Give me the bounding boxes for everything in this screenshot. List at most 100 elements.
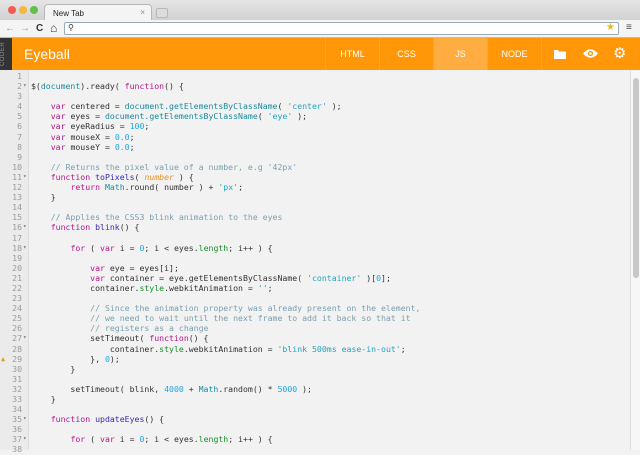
fold-toggle-icon[interactable]: ▾ — [23, 81, 27, 91]
code-token: length — [198, 434, 229, 445]
tab-node[interactable]: NODE — [487, 38, 541, 70]
minimize-window-button[interactable] — [19, 6, 27, 14]
code-text: // Returns the pixel value of a number, … — [31, 162, 297, 172]
code-token: 'px' — [218, 182, 239, 193]
browser-menu-icon[interactable]: ≡ — [626, 22, 632, 33]
line-number: 15 — [12, 212, 22, 223]
code-token: setTimeout( — [31, 333, 150, 344]
maximize-window-button[interactable] — [30, 6, 38, 14]
code-token: container. — [31, 282, 140, 293]
code-text: function blink() { — [31, 222, 140, 232]
browser-tab[interactable]: New Tab × — [44, 4, 152, 20]
code-token: ); — [109, 353, 120, 364]
home-icon[interactable]: ⌂ — [50, 21, 57, 35]
code-token: ; i++ ) { — [228, 434, 273, 445]
code-token: var — [50, 131, 66, 142]
browser-toolbar: ← → C ⌂ ⚲ ★ — [0, 20, 640, 38]
code-token: 'container' — [307, 272, 362, 283]
code-token: document.getElementsByClassName — [104, 111, 258, 122]
code-token: } — [31, 363, 76, 374]
gear-icon[interactable]: ⚙ — [613, 44, 626, 62]
code-token: mouseX = — [65, 131, 115, 142]
line-number: 32 — [12, 383, 22, 394]
tab-js[interactable]: JS — [433, 38, 487, 70]
code-token: // Returns the pixel value of a number, … — [50, 161, 298, 172]
code-token: ; i < eyes. — [144, 242, 199, 253]
code-token: length — [198, 242, 229, 253]
code-token: () { — [144, 414, 165, 425]
code-text: var mouseY = 0.0; — [31, 142, 135, 152]
fold-toggle-icon[interactable]: ▾ — [23, 414, 27, 424]
address-bar[interactable]: ⚲ ★ — [64, 22, 619, 35]
line-number: 14 — [12, 202, 22, 213]
code-token: var — [100, 242, 115, 253]
line-number: 18 — [12, 242, 22, 253]
forward-icon[interactable]: → — [20, 23, 30, 34]
code-text: container.style.webkitAnimation = 'blink… — [31, 344, 406, 354]
folder-icon[interactable] — [554, 49, 566, 59]
code-text: $(document).ready( function() { — [31, 81, 184, 91]
close-window-button[interactable] — [8, 6, 16, 14]
fold-toggle-icon[interactable]: ▾ — [23, 333, 27, 343]
new-tab-button[interactable] — [156, 8, 168, 18]
line-number: 17 — [12, 232, 22, 243]
code-token: // Since the animation property was alre… — [90, 303, 421, 314]
eye-icon[interactable] — [583, 48, 598, 59]
line-number: 22 — [12, 282, 22, 293]
code-token: ( — [257, 111, 268, 122]
editor-scrollbar[interactable] — [630, 70, 640, 450]
code-token: // registers as a change — [90, 323, 209, 334]
code-text: setTimeout( function() { — [31, 333, 208, 343]
code-token: ; i++ ) { — [228, 242, 273, 253]
code-token: Math — [104, 182, 125, 193]
warning-icon[interactable]: ▲ — [1, 354, 5, 364]
code-token: 'blink 500ms ease-in-out' — [277, 343, 401, 354]
line-number: 1 — [17, 71, 22, 81]
code-token: function — [50, 414, 91, 425]
line-number: 30 — [12, 363, 22, 374]
scrollbar-thumb[interactable] — [633, 78, 639, 278]
code-token: var — [50, 121, 66, 132]
tab-html[interactable]: HTML — [325, 38, 379, 70]
code-token: var — [90, 272, 105, 283]
code-token: var — [50, 141, 66, 152]
tab-css[interactable]: CSS — [379, 38, 433, 70]
code-token: .webkitAnimation = — [164, 282, 258, 293]
code-editor[interactable]: 1 2 ▾ $(document).ready( function() {3 4 var… — [0, 70, 630, 454]
code-token: ( — [85, 434, 101, 445]
line-number: 26 — [12, 323, 22, 334]
reload-icon[interactable]: C — [36, 23, 43, 34]
code-token: function — [50, 171, 91, 182]
code-token: '' — [257, 282, 268, 293]
fold-toggle-icon[interactable]: ▾ — [23, 222, 27, 232]
code-token: return — [70, 182, 101, 193]
bookmark-star-icon[interactable]: ★ — [606, 22, 615, 33]
code-token: toPixels — [95, 171, 135, 182]
code-text: } — [31, 394, 56, 404]
coder-sidebar-label[interactable]: CODER — [0, 38, 12, 70]
code-token: 'center' — [287, 101, 327, 112]
back-icon[interactable]: ← — [5, 23, 15, 34]
fold-toggle-icon[interactable]: ▾ — [23, 172, 27, 182]
code-token: ( — [85, 242, 101, 253]
code-text: function toPixels( number ) { — [31, 172, 194, 182]
code-text: setTimeout( blink, 4000 + Math.random() … — [31, 384, 312, 394]
code-token: ]; — [381, 272, 391, 283]
close-tab-icon[interactable]: × — [140, 8, 145, 17]
fold-toggle-icon[interactable]: ▾ — [23, 434, 27, 444]
line-number: 12 — [12, 182, 22, 193]
code-token: for — [70, 242, 86, 253]
line-number: 5 — [17, 111, 22, 122]
fold-toggle-icon[interactable]: ▾ — [23, 243, 27, 253]
